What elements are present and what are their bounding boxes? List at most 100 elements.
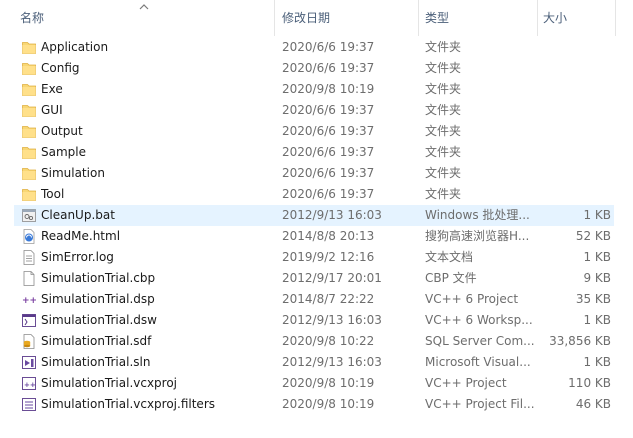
file-type: VC++ Project Fil... <box>425 397 535 411</box>
file-modified-date: 2020/9/8 10:19 <box>282 397 375 411</box>
file-name: SimulationTrial.dsp <box>41 292 155 306</box>
file-modified-date: 2012/9/17 20:01 <box>282 271 382 285</box>
file-modified-date: 2014/8/7 22:22 <box>282 292 375 306</box>
vc-workspace-icon <box>22 313 36 328</box>
text-file-icon <box>22 250 36 265</box>
file-row[interactable]: SimulationTrial.dsw 2012/9/13 16:03 VC++ 6… <box>14 310 614 331</box>
file-type: 文本文档 <box>425 250 474 264</box>
blank-file-icon <box>22 271 36 286</box>
database-file-icon <box>22 334 36 349</box>
file-modified-date: 2020/6/6 19:37 <box>282 124 375 138</box>
file-name: SimulationTrial.cbp <box>41 271 156 285</box>
file-size: 1 KB <box>583 313 611 327</box>
file-type: 文件夹 <box>425 103 462 117</box>
file-row[interactable]: GUI 2020/6/6 19:37 文件夹 <box>14 100 614 121</box>
file-row[interactable]: SimulationTrial.sln 2012/9/13 16:03 Micros… <box>14 352 614 373</box>
svg-text:++: ++ <box>24 381 36 389</box>
folder-icon <box>22 82 36 97</box>
file-row[interactable]: Config 2020/6/6 19:37 文件夹 <box>14 58 614 79</box>
batch-file-icon <box>22 208 36 223</box>
column-header-size[interactable]: 大小 <box>543 0 613 36</box>
file-size: 1 KB <box>583 250 611 264</box>
file-name: ReadMe.html <box>41 229 121 243</box>
file-size: 52 KB <box>575 229 611 243</box>
folder-icon <box>22 61 36 76</box>
file-row[interactable]: SimulationTrial.vcxproj.filters 2020/9/8 … <box>14 394 614 415</box>
file-type: 文件夹 <box>425 166 462 180</box>
file-size: 9 KB <box>583 271 611 285</box>
file-size: 110 KB <box>568 376 611 390</box>
file-row[interactable]: CleanUp.bat 2012/9/13 16:03 Windows 批处理...… <box>14 205 614 226</box>
file-type: 文件夹 <box>425 61 462 75</box>
file-name: Simulation <box>41 166 105 180</box>
html-file-icon <box>22 229 36 244</box>
file-row[interactable]: ReadMe.html 2014/8/8 20:13 搜狗高速浏览器H... 52 K… <box>14 226 614 247</box>
file-modified-date: 2020/9/8 10:22 <box>282 334 375 348</box>
file-name: SimulationTrial.vcxproj <box>41 376 178 390</box>
file-modified-date: 2020/6/6 19:37 <box>282 145 375 159</box>
file-name: SimulationTrial.dsw <box>41 313 157 327</box>
file-row[interactable]: SimulationTrial.sdf 2020/9/8 10:22 SQL Ser… <box>14 331 614 352</box>
folder-icon <box>22 103 36 118</box>
file-name: SimulationTrial.sdf <box>41 334 152 348</box>
file-row[interactable]: Exe 2020/9/8 10:19 文件夹 <box>14 79 614 100</box>
file-type: 文件夹 <box>425 82 462 96</box>
column-header-type[interactable]: 类型 <box>425 0 535 36</box>
file-name: Exe <box>41 82 63 96</box>
file-type: VC++ 6 Worksp... <box>425 313 533 327</box>
folder-icon <box>22 166 36 181</box>
column-divider[interactable] <box>418 0 419 36</box>
file-row[interactable]: Tool 2020/6/6 19:37 文件夹 <box>14 184 614 205</box>
file-modified-date: 2020/6/6 19:37 <box>282 40 375 54</box>
file-name: Output <box>41 124 83 138</box>
file-name: SimulationTrial.sln <box>41 355 151 369</box>
file-name: Application <box>41 40 109 54</box>
file-modified-date: 2012/9/13 16:03 <box>282 313 382 327</box>
filters-file-icon <box>22 397 36 412</box>
file-row[interactable]: SimulationTrial.cbp 2012/9/17 20:01 CBP 文件… <box>14 268 614 289</box>
file-row[interactable]: SimError.log 2019/9/2 12:16 文本文档 1 KB <box>14 247 614 268</box>
file-modified-date: 2020/9/8 10:19 <box>282 82 375 96</box>
file-size: 46 KB <box>575 397 611 411</box>
file-type: 文件夹 <box>425 145 462 159</box>
file-type: 文件夹 <box>425 40 462 54</box>
file-type: 文件夹 <box>425 124 462 138</box>
file-modified-date: 2020/6/6 19:37 <box>282 103 375 117</box>
file-type: 搜狗高速浏览器H... <box>425 229 530 243</box>
column-divider[interactable] <box>274 0 275 36</box>
file-modified-date: 2012/9/13 16:03 <box>282 208 382 222</box>
solution-file-icon <box>22 355 36 370</box>
file-type: VC++ Project <box>425 376 507 390</box>
file-name: Sample <box>41 145 86 159</box>
file-row[interactable]: Simulation 2020/6/6 19:37 文件夹 <box>14 163 614 184</box>
file-name: CleanUp.bat <box>41 208 115 222</box>
file-row[interactable]: Output 2020/6/6 19:37 文件夹 <box>14 121 614 142</box>
vc-project-icon: ++ <box>22 292 37 307</box>
file-name: Config <box>41 61 80 75</box>
file-row[interactable]: ++ SimulationTrial.vcxproj 2020/9/8 10:19 V… <box>14 373 614 394</box>
svg-text:++: ++ <box>22 296 36 306</box>
column-divider[interactable] <box>615 0 616 36</box>
column-header-bar: 名称 修改日期 类型 大小 <box>0 0 633 36</box>
file-modified-date: 2014/8/8 20:13 <box>282 229 375 243</box>
sort-ascending-icon <box>139 4 149 10</box>
file-modified-date: 2012/9/13 16:03 <box>282 355 382 369</box>
file-type: SQL Server Com... <box>425 334 535 348</box>
file-row[interactable]: Sample 2020/6/6 19:37 文件夹 <box>14 142 614 163</box>
file-type: Microsoft Visual... <box>425 355 531 369</box>
folder-icon <box>22 145 36 160</box>
column-header-date[interactable]: 修改日期 <box>282 0 412 36</box>
file-name: SimError.log <box>41 250 114 264</box>
vcxproj-file-icon: ++ <box>22 376 36 391</box>
file-row[interactable]: Application 2020/6/6 19:37 文件夹 <box>14 37 614 58</box>
file-modified-date: 2020/6/6 19:37 <box>282 61 375 75</box>
column-divider[interactable] <box>537 0 538 36</box>
file-modified-date: 2019/9/2 12:16 <box>282 250 375 264</box>
file-size: 1 KB <box>583 355 611 369</box>
file-row[interactable]: ++ SimulationTrial.dsp 2014/8/7 22:22 VC++ … <box>14 289 614 310</box>
folder-icon <box>22 187 36 202</box>
file-name: SimulationTrial.vcxproj.filters <box>41 397 215 411</box>
file-modified-date: 2020/6/6 19:37 <box>282 187 375 201</box>
file-type: CBP 文件 <box>425 271 477 285</box>
file-name: GUI <box>41 103 63 117</box>
